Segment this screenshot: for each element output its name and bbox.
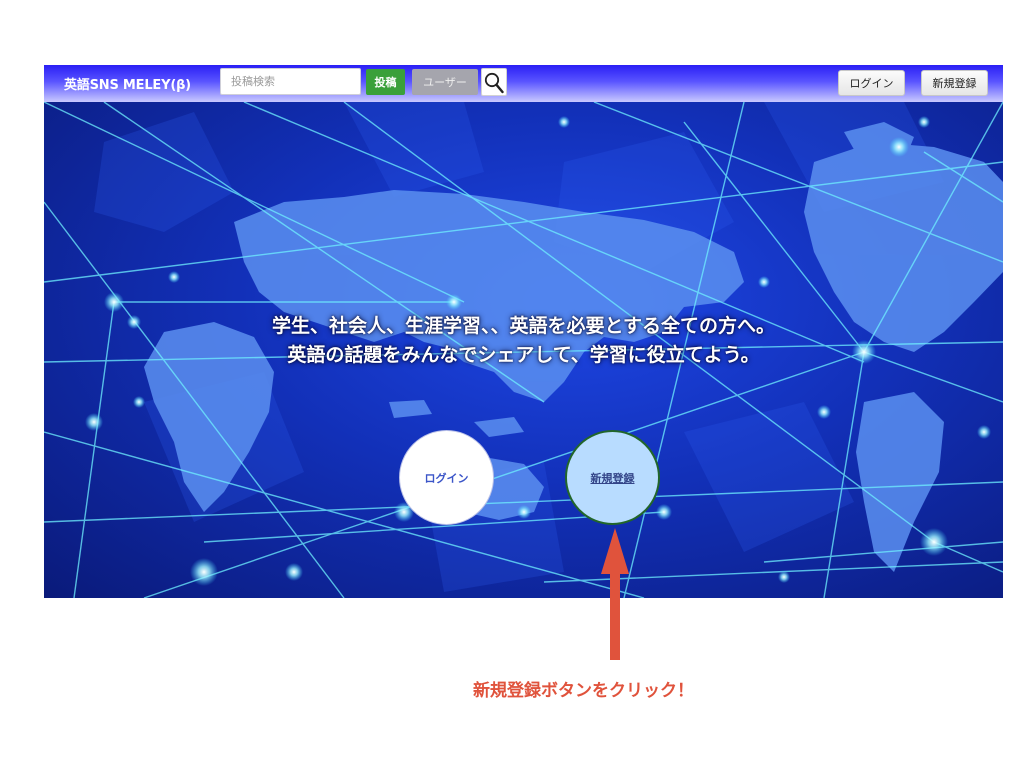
top-navbar: 英語SNS MELEY(β) 投稿 ユーザー ログイン 新規登録 — [44, 65, 1003, 102]
search-button[interactable] — [481, 68, 507, 96]
login-button[interactable]: ログイン — [838, 70, 905, 96]
hero-signup-button[interactable]: 新規登録 — [565, 430, 660, 525]
brand-logo[interactable]: 英語SNS MELEY(β) — [64, 74, 191, 93]
hero-tagline-line2: 英語の話題をみんなでシェアして、学習に役立てよう。 — [287, 344, 760, 366]
post-search-input[interactable] — [220, 68, 361, 95]
hero-login-button[interactable]: ログイン — [399, 430, 494, 525]
signup-button[interactable]: 新規登録 — [921, 70, 988, 96]
user-button[interactable]: ユーザー — [412, 69, 478, 95]
annotation-text: 新規登録ボタンをクリック！ — [473, 681, 694, 701]
hero-banner: 学生、社会人、生涯学習、、英語を必要とする全ての方へ。 英語の話題をみんなでシェ… — [44, 102, 1003, 598]
post-button[interactable]: 投稿 — [366, 69, 405, 95]
magnifier-icon — [484, 72, 504, 94]
annotation-arrow-icon — [601, 528, 629, 660]
hero-tagline-line1: 学生、社会人、生涯学習、、英語を必要とする全ての方へ。 — [272, 315, 775, 337]
